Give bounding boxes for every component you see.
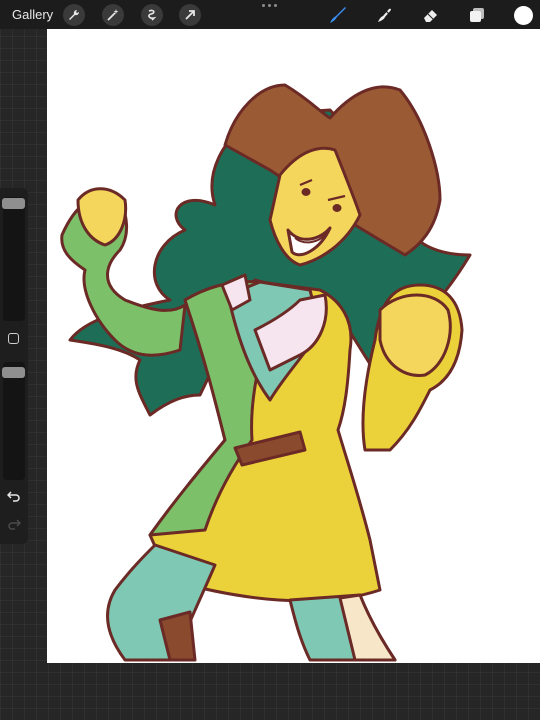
selection-icon[interactable] — [141, 4, 163, 26]
top-toolbar: Gallery — [0, 0, 540, 29]
artwork-illustration — [60, 83, 472, 662]
opacity-thumb[interactable] — [2, 367, 25, 378]
modify-square-icon[interactable] — [8, 333, 19, 344]
smudge-icon[interactable] — [373, 4, 395, 26]
drawing-canvas[interactable] — [47, 29, 540, 663]
eraser-icon[interactable] — [420, 4, 442, 26]
transform-arrow-icon[interactable] — [179, 4, 201, 26]
layers-icon[interactable] — [466, 4, 488, 26]
brush-size-thumb[interactable] — [2, 198, 25, 209]
magic-wand-icon[interactable] — [102, 4, 124, 26]
left-leg-shape — [106, 543, 217, 662]
toolbar-handle[interactable] — [262, 4, 278, 8]
wrench-icon[interactable] — [63, 4, 85, 26]
brush-sidebar — [0, 188, 28, 544]
undo-icon[interactable] — [6, 489, 21, 507]
brush-icon[interactable] — [327, 4, 349, 26]
color-swatch[interactable] — [512, 4, 534, 26]
opacity-slider[interactable] — [3, 362, 25, 480]
redo-icon — [7, 517, 22, 535]
gallery-button[interactable]: Gallery — [12, 7, 53, 22]
brush-size-slider[interactable] — [3, 197, 25, 321]
